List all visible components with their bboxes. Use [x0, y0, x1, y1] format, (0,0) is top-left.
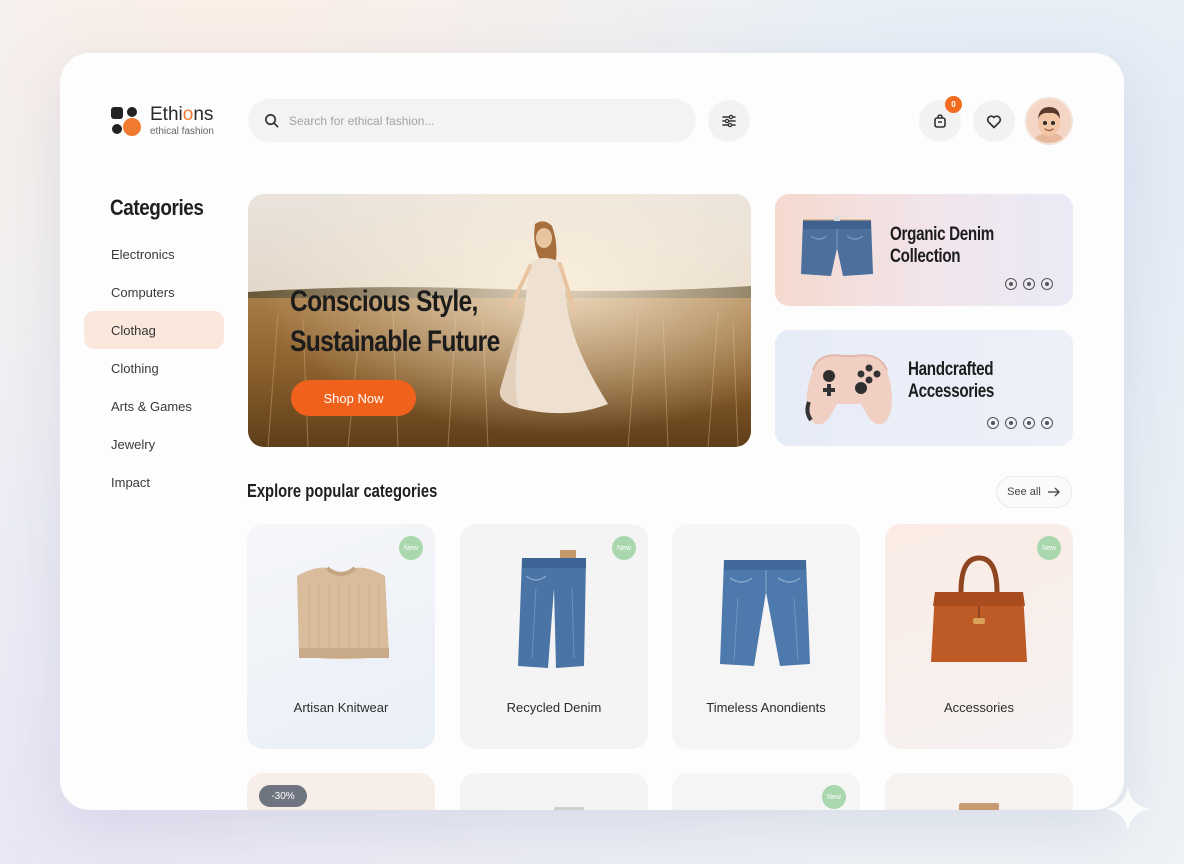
- promo-icon-row: [1005, 278, 1053, 290]
- promo-card-organic-denim[interactable]: Organic Denim Collection: [775, 194, 1073, 306]
- sparkle-icon: [1106, 787, 1150, 831]
- search-input[interactable]: [289, 113, 669, 128]
- categories-heading: Categories: [110, 195, 204, 220]
- explore-heading: Explore popular categories: [247, 481, 438, 501]
- brand-tagline: ethical fashion: [150, 126, 214, 137]
- product-card[interactable]: -30%: [247, 773, 435, 810]
- user-avatar[interactable]: [1025, 97, 1073, 145]
- shield-icon: [1041, 417, 1053, 429]
- recycle-icon: [1023, 417, 1035, 429]
- sidebar-item-impact[interactable]: Impact: [84, 463, 224, 501]
- product-card[interactable]: New: [672, 773, 860, 810]
- leaf-icon: [1005, 278, 1017, 290]
- shield-icon: [1041, 278, 1053, 290]
- promo-title: Handcrafted Accessories: [908, 359, 995, 402]
- product-thumbnail: [959, 803, 999, 810]
- search-icon: [265, 114, 279, 128]
- hero-title: Conscious Style, Sustainable Future: [290, 285, 500, 358]
- product-card-timeless-anondients[interactable]: Timeless Anondients: [672, 524, 860, 749]
- product-card[interactable]: [460, 773, 648, 810]
- globe-icon: [987, 417, 999, 429]
- sidebar-item-jewelry[interactable]: Jewelry: [84, 425, 224, 463]
- sidebar-item-clothag[interactable]: Clothag: [84, 311, 224, 349]
- category-list: Electronics Computers Clothag Clothing A…: [84, 235, 224, 501]
- cart-button[interactable]: 0: [919, 96, 962, 142]
- promo-icon-row: [987, 417, 1053, 429]
- cart-count-badge: 0: [945, 96, 962, 113]
- sidebar-item-arts-games[interactable]: Arts & Games: [84, 387, 224, 425]
- jeans-image: [720, 560, 810, 666]
- product-card-recycled-denim[interactable]: New Recycled Denim: [460, 524, 648, 749]
- promo-card-handcrafted-accessories[interactable]: Handcrafted Accessories: [775, 330, 1073, 446]
- jeans-image: [518, 550, 586, 668]
- avatar-face-icon: [1027, 99, 1071, 143]
- product-name: Timeless Anondients: [706, 700, 826, 715]
- shopping-bag-icon: [934, 114, 946, 128]
- shop-now-button[interactable]: Shop Now: [291, 380, 416, 416]
- heart-icon: [986, 114, 1002, 128]
- game-controller-image: [805, 354, 892, 425]
- sidebar-item-electronics[interactable]: Electronics: [84, 235, 224, 273]
- brand-name: Ethions: [150, 104, 214, 125]
- sidebar-item-computers[interactable]: Computers: [84, 273, 224, 311]
- see-all-button[interactable]: See all: [996, 476, 1072, 508]
- product-name: Artisan Knitwear: [293, 700, 389, 715]
- handbag-image: [931, 555, 1027, 662]
- product-card[interactable]: [885, 773, 1073, 810]
- product-thumbnail: [554, 807, 584, 810]
- product-name: Accessories: [943, 700, 1015, 715]
- sweater-image: [297, 566, 389, 659]
- filter-button[interactable]: [708, 100, 750, 142]
- document-icon: [1005, 417, 1017, 429]
- new-badge: New: [822, 785, 846, 809]
- see-all-label: See all: [1007, 486, 1041, 498]
- hero-banner[interactable]: Conscious Style, Sustainable Future Shop…: [248, 194, 751, 447]
- sidebar-item-clothing[interactable]: Clothing: [84, 349, 224, 387]
- promo-title: Organic Denim Collection: [890, 224, 994, 267]
- product-card-artisan-knitwear[interactable]: New Artisan Knitwear: [247, 524, 435, 749]
- product-card-accessories[interactable]: New Accessories: [885, 524, 1073, 749]
- logo-mark-icon: [111, 107, 141, 136]
- app-window: Ethions ethical fashion 0: [60, 53, 1124, 810]
- recycle-icon: [1023, 278, 1035, 290]
- brand-logo[interactable]: Ethions ethical fashion: [110, 103, 230, 139]
- search-bar[interactable]: [248, 99, 696, 142]
- denim-shorts-image: [801, 216, 873, 276]
- arrow-right-icon: [1047, 487, 1060, 497]
- product-name: Recycled Denim: [506, 700, 602, 715]
- discount-badge: -30%: [259, 785, 307, 807]
- wishlist-button[interactable]: [973, 100, 1015, 142]
- filter-icon: [722, 114, 736, 128]
